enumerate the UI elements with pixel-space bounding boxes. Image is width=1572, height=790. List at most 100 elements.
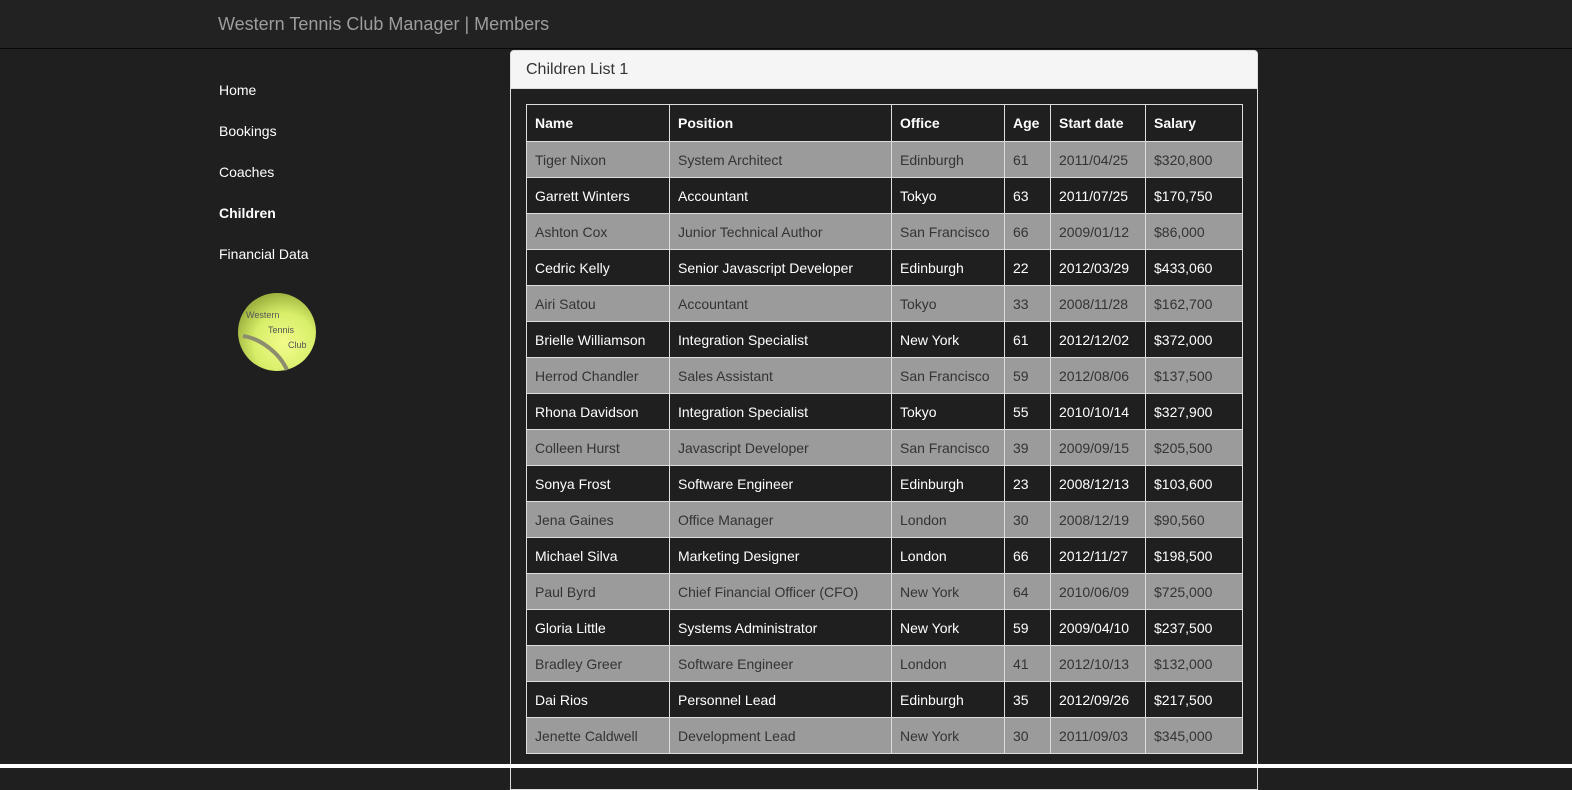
cell-position: Sales Assistant xyxy=(669,357,892,394)
cell-position: System Architect xyxy=(669,141,892,178)
table-row[interactable]: Rhona Davidson Integration Specialist Toky… xyxy=(526,393,1243,430)
cell-salary: $217,500 xyxy=(1145,681,1243,718)
cell-age: 61 xyxy=(1004,141,1051,178)
table-row[interactable]: Gloria Little Systems Administrator New Yo… xyxy=(526,609,1243,646)
cell-name: Airi Satou xyxy=(526,285,670,322)
column-header-salary[interactable]: Salary xyxy=(1145,104,1243,142)
table-row[interactable]: Garrett Winters Accountant Tokyo 63 2011/07/… xyxy=(526,177,1243,214)
children-list-panel: Children List 1 Name Position Office Age… xyxy=(510,50,1258,790)
cell-position: Systems Administrator xyxy=(669,609,892,646)
cell-name: Dai Rios xyxy=(526,681,670,718)
table-row[interactable]: Jenette Caldwell Development Lead New York… xyxy=(526,717,1243,754)
cell-salary: $320,800 xyxy=(1145,141,1243,178)
cell-start-date: 2012/10/13 xyxy=(1050,645,1146,682)
column-header-position[interactable]: Position xyxy=(669,104,892,142)
brand-title[interactable]: Western Tennis Club Manager | Members xyxy=(218,13,549,35)
cell-position: Personnel Lead xyxy=(669,681,892,718)
cell-start-date: 2008/12/13 xyxy=(1050,465,1146,502)
table-row[interactable]: Dai Rios Personnel Lead Edinburgh 35 2012/09… xyxy=(526,681,1243,718)
cell-salary: $327,900 xyxy=(1145,393,1243,430)
cell-office: Edinburgh xyxy=(891,249,1005,286)
cell-position: Javascript Developer xyxy=(669,429,892,466)
cell-name: Gloria Little xyxy=(526,609,670,646)
table-row[interactable]: Paul Byrd Chief Financial Officer (CFO) Ne… xyxy=(526,573,1243,610)
sidebar-item-financial-data[interactable]: Financial Data xyxy=(219,243,419,284)
table-body: Tiger Nixon System Architect Edinburgh 61 20… xyxy=(526,141,1243,754)
table-row[interactable]: Ashton Cox Junior Technical Author San Fra… xyxy=(526,213,1243,250)
table-row[interactable]: Cedric Kelly Senior Javascript Developer E… xyxy=(526,249,1243,286)
cell-start-date: 2010/10/14 xyxy=(1050,393,1146,430)
sidebar-item-bookings[interactable]: Bookings xyxy=(219,120,419,161)
table-row[interactable]: Airi Satou Accountant Tokyo 33 2008/11/28 $16… xyxy=(526,285,1243,322)
cell-office: London xyxy=(891,501,1005,538)
column-header-name[interactable]: Name xyxy=(526,104,670,142)
table-header-row: Name Position Office Age Start date Sala… xyxy=(526,104,1243,142)
cell-office: London xyxy=(891,537,1005,574)
cell-salary: $433,060 xyxy=(1145,249,1243,286)
cell-start-date: 2009/01/12 xyxy=(1050,213,1146,250)
sidebar-item-children[interactable]: Children xyxy=(219,202,419,243)
cell-name: Garrett Winters xyxy=(526,177,670,214)
cell-age: 63 xyxy=(1004,177,1051,214)
cell-office: New York xyxy=(891,717,1005,754)
cell-name: Rhona Davidson xyxy=(526,393,670,430)
cell-salary: $198,500 xyxy=(1145,537,1243,574)
cell-name: Jenette Caldwell xyxy=(526,717,670,754)
table-row[interactable]: Tiger Nixon System Architect Edinburgh 61 20… xyxy=(526,141,1243,178)
sidebar-nav: Home Bookings Coaches Children Financial… xyxy=(219,79,419,284)
cell-name: Herrod Chandler xyxy=(526,357,670,394)
cell-age: 39 xyxy=(1004,429,1051,466)
cell-age: 64 xyxy=(1004,573,1051,610)
cell-start-date: 2009/09/15 xyxy=(1050,429,1146,466)
table-row[interactable]: Jena Gaines Office Manager London 30 2008/12… xyxy=(526,501,1243,538)
cell-name: Cedric Kelly xyxy=(526,249,670,286)
table-row[interactable]: Michael Silva Marketing Designer London 66 2… xyxy=(526,537,1243,574)
cell-salary: $170,750 xyxy=(1145,177,1243,214)
column-header-age[interactable]: Age xyxy=(1004,104,1051,142)
children-table: Name Position Office Age Start date Sala… xyxy=(526,104,1243,754)
table-row[interactable]: Brielle Williamson Integration Specialist… xyxy=(526,321,1243,358)
cell-start-date: 2011/09/03 xyxy=(1050,717,1146,754)
sidebar-item-coaches[interactable]: Coaches xyxy=(219,161,419,202)
table-row[interactable]: Colleen Hurst Javascript Developer San Fra… xyxy=(526,429,1243,466)
cell-office: Edinburgh xyxy=(891,465,1005,502)
cell-office: London xyxy=(891,645,1005,682)
cell-age: 61 xyxy=(1004,321,1051,358)
cell-age: 59 xyxy=(1004,357,1051,394)
cell-salary: $372,000 xyxy=(1145,321,1243,358)
cell-age: 41 xyxy=(1004,645,1051,682)
cell-start-date: 2011/04/25 xyxy=(1050,141,1146,178)
table-row[interactable]: Sonya Frost Software Engineer Edinburgh 23 2… xyxy=(526,465,1243,502)
cell-name: Brielle Williamson xyxy=(526,321,670,358)
cell-salary: $205,500 xyxy=(1145,429,1243,466)
cell-age: 66 xyxy=(1004,537,1051,574)
panel-body: Name Position Office Age Start date Sala… xyxy=(511,89,1257,789)
cell-salary: $725,000 xyxy=(1145,573,1243,610)
cell-position: Accountant xyxy=(669,285,892,322)
cell-age: 30 xyxy=(1004,717,1051,754)
cell-start-date: 2009/04/10 xyxy=(1050,609,1146,646)
cell-name: Tiger Nixon xyxy=(526,141,670,178)
table-row[interactable]: Herrod Chandler Sales Assistant San Franci… xyxy=(526,357,1243,394)
cell-age: 22 xyxy=(1004,249,1051,286)
cell-position: Integration Specialist xyxy=(669,393,892,430)
cell-position: Development Lead xyxy=(669,717,892,754)
table-row[interactable]: Bradley Greer Software Engineer London 41 20… xyxy=(526,645,1243,682)
column-header-start-date[interactable]: Start date xyxy=(1050,104,1146,142)
cell-age: 33 xyxy=(1004,285,1051,322)
cell-salary: $86,000 xyxy=(1145,213,1243,250)
cell-position: Chief Financial Officer (CFO) xyxy=(669,573,892,610)
cell-position: Senior Javascript Developer xyxy=(669,249,892,286)
cell-salary: $103,600 xyxy=(1145,465,1243,502)
sidebar-item-home[interactable]: Home xyxy=(219,79,419,120)
cell-age: 23 xyxy=(1004,465,1051,502)
cell-start-date: 2012/09/26 xyxy=(1050,681,1146,718)
logo-text-line1: Western xyxy=(246,310,279,320)
cell-salary: $132,000 xyxy=(1145,645,1243,682)
cell-office: New York xyxy=(891,321,1005,358)
column-header-office[interactable]: Office xyxy=(891,104,1005,142)
cell-office: New York xyxy=(891,573,1005,610)
cell-start-date: 2012/03/29 xyxy=(1050,249,1146,286)
cell-name: Bradley Greer xyxy=(526,645,670,682)
cell-name: Colleen Hurst xyxy=(526,429,670,466)
